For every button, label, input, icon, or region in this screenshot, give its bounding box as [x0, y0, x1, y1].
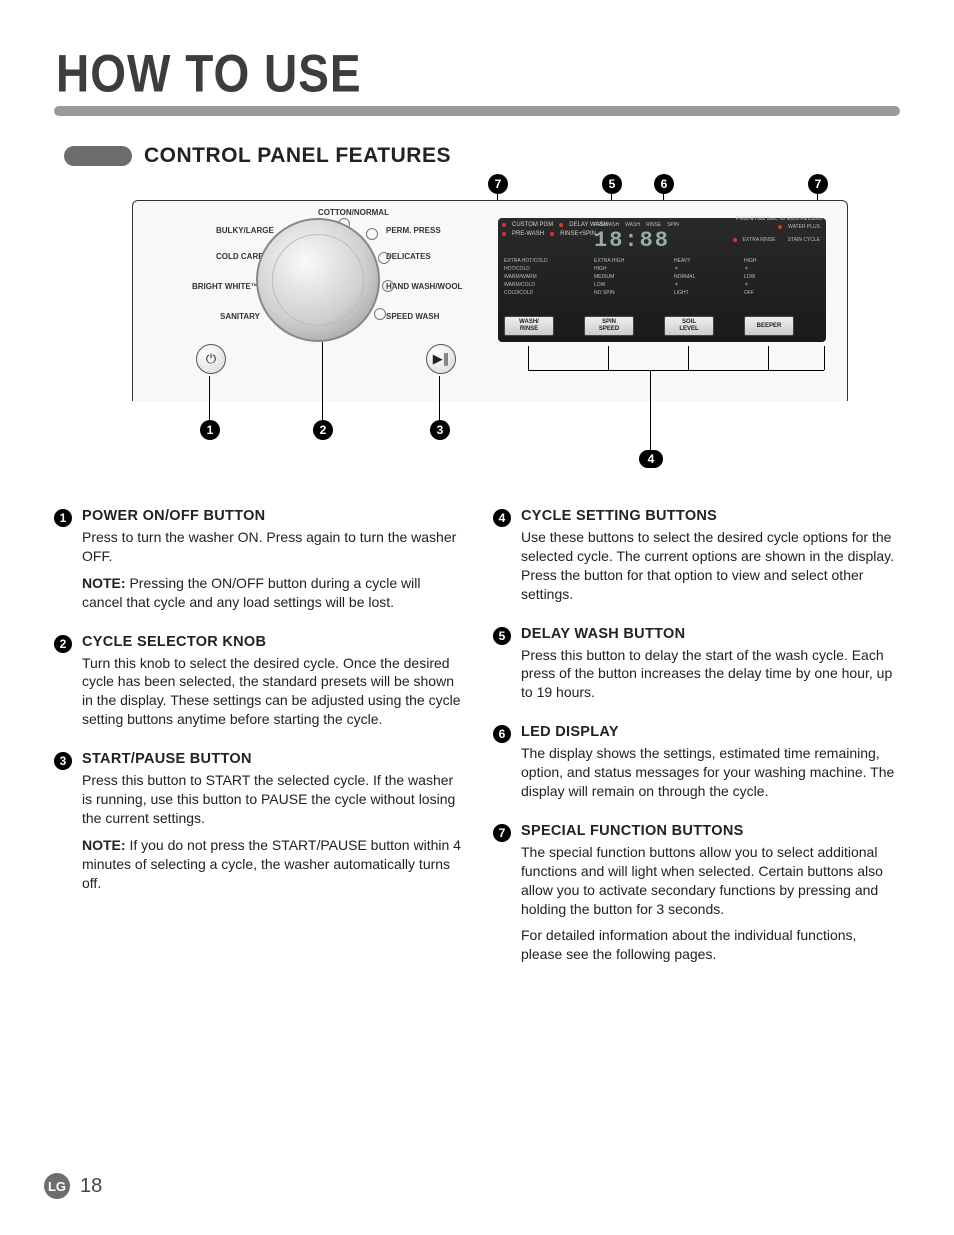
feature-item-text: The special function buttons allow you t… [521, 843, 900, 919]
feature-item-text: Use these buttons to select the desired … [521, 528, 900, 604]
feature-item-6: 6 LED DISPLAY The display shows the settin… [493, 724, 900, 809]
feature-item-3: 3 START/PAUSE BUTTON Press this button to … [54, 751, 461, 900]
feature-item-badge: 1 [54, 509, 72, 527]
feature-item-text: NOTE: If you do not press the START/PAUS… [82, 836, 461, 893]
led-display: 18:88 [594, 228, 670, 253]
page-footer: LG 18 [44, 1173, 102, 1199]
cycle-right-1: DELICATES [386, 252, 431, 261]
feature-item-text: Press this button to delay the start of … [521, 646, 900, 703]
control-panel-diagram: 7 5 6 7 COTTON/NORMAL BULKY/LARGE COLD C… [54, 174, 900, 484]
soil-0: HEAVY [674, 258, 695, 264]
hold-note: Press & Hold 3sec. for Extra Functions [736, 216, 822, 222]
section-header: CONTROL PANEL FEATURES [64, 144, 900, 168]
feature-item-7: 7 SPECIAL FUNCTION BUTTONS The special fun… [493, 823, 900, 972]
feature-item-badge: 4 [493, 509, 511, 527]
feature-item-title: SPECIAL FUNCTION BUTTONS [521, 823, 900, 839]
feature-item-5: 5 DELAY WASH BUTTON Press this button to d… [493, 626, 900, 711]
cycle-left-0: BULKY/LARGE [216, 226, 274, 235]
status-prewash: PREWASH [594, 222, 619, 228]
beeper-button[interactable]: BEEPER [744, 316, 794, 336]
power-button[interactable]: ⏻ [196, 344, 226, 374]
feature-item-title: DELAY WASH BUTTON [521, 626, 900, 642]
status-wash: WASH [625, 222, 640, 228]
feature-item-text: For detailed information about the indiv… [521, 926, 900, 964]
feature-item-title: POWER ON/OFF BUTTON [82, 508, 461, 524]
opt-extra-rinse: EXTRA RINSE [743, 237, 776, 243]
callout-1: 1 [200, 420, 220, 440]
section-pill [64, 146, 132, 166]
cycle-right-3: SPEED WASH [386, 312, 439, 321]
opt-prewash: PRE-WASH [512, 231, 544, 237]
feature-item-2: 2 CYCLE SELECTOR KNOB Turn this knob to se… [54, 634, 461, 738]
title-divider [54, 106, 900, 116]
power-icon: ⏻ [206, 351, 216, 367]
temp-2: WARM/WARM [504, 274, 548, 280]
cycle-left-2: BRIGHT WHITE™ [192, 282, 259, 291]
feature-item-text: The display shows the settings, estimate… [521, 744, 900, 801]
spin-2: MEDIUM [594, 274, 624, 280]
feature-item-text: NOTE: Pressing the ON/OFF button during … [82, 574, 461, 612]
cycle-right-2: HAND WASH/WOOL [386, 282, 462, 291]
callout-5: 5 [602, 174, 622, 194]
status-spin: SPIN [667, 222, 679, 228]
soil-level-button[interactable]: SOILLEVEL [664, 316, 714, 336]
opt-rinse-spin: RINSE+SPIN [560, 231, 596, 237]
temp-4: COLD/COLD [504, 290, 548, 296]
cycle-top-label: COTTON/NORMAL [318, 208, 389, 217]
feature-item-badge: 2 [54, 635, 72, 653]
soil-1: NORMAL [674, 274, 695, 280]
opt-custom-pgm: CUSTOM PGM [512, 222, 553, 228]
callout-6: 6 [654, 174, 674, 194]
wash-rinse-button[interactable]: WASH/RINSE [504, 316, 554, 336]
beep-1: LOW [744, 274, 757, 280]
feature-item-badge: 5 [493, 627, 511, 645]
opt-water-plus: WATER PLUS [788, 224, 820, 230]
feature-item-badge: 6 [493, 725, 511, 743]
beep-0: HIGH [744, 258, 757, 264]
feature-item-title: LED DISPLAY [521, 724, 900, 740]
cycle-left-3: SANITARY [220, 312, 260, 321]
start-pause-button[interactable]: ▶∥ [426, 344, 456, 374]
cycle-right-0: PERM. PRESS [386, 226, 441, 235]
feature-item-4: 4 CYCLE SETTING BUTTONS Use these buttons … [493, 508, 900, 612]
feature-item-title: CYCLE SETTING BUTTONS [521, 508, 900, 524]
feature-item-1: 1 POWER ON/OFF BUTTON Press to turn the wa… [54, 508, 461, 620]
spin-3: LOW [594, 282, 624, 288]
spin-4: NO SPIN [594, 290, 624, 296]
callout-2: 2 [313, 420, 333, 440]
spin-0: EXTRA HIGH [594, 258, 624, 264]
play-pause-icon: ▶∥ [433, 351, 450, 367]
callout-7b: 7 [808, 174, 828, 194]
callout-3: 3 [430, 420, 450, 440]
status-rinse: RINSE [646, 222, 661, 228]
feature-item-title: START/PAUSE BUTTON [82, 751, 461, 767]
feature-item-text: Turn this knob to select the desired cyc… [82, 654, 461, 730]
page-number: 18 [80, 1175, 102, 1198]
feature-item-text: Press this button to START the selected … [82, 771, 461, 828]
spin-1: HIGH [594, 266, 624, 272]
callout-7: 7 [488, 174, 508, 194]
opt-stain-cycle: STAIN CYCLE [788, 237, 820, 243]
soil-2: LIGHT [674, 290, 695, 296]
section-title: CONTROL PANEL FEATURES [144, 144, 451, 168]
page-title: HOW TO USE [56, 42, 900, 104]
spin-speed-button[interactable]: SPINSPEED [584, 316, 634, 336]
temp-1: HOT/COLD [504, 266, 548, 272]
feature-item-text: Press to turn the washer ON. Press again… [82, 528, 461, 566]
beep-2: OFF [744, 290, 757, 296]
display-panel: Press & Hold 3sec. for Extra Functions C… [498, 218, 826, 342]
cycle-selector-knob[interactable] [256, 218, 380, 342]
feature-item-title: CYCLE SELECTOR KNOB [82, 634, 461, 650]
temp-0: EXTRA HOT/COLD [504, 258, 548, 264]
feature-item-badge: 3 [54, 752, 72, 770]
features-columns: 1 POWER ON/OFF BUTTON Press to turn the wa… [54, 508, 900, 986]
lg-logo-icon: LG [44, 1173, 70, 1199]
feature-item-badge: 7 [493, 824, 511, 842]
callout-4: 4 [639, 450, 663, 468]
temp-3: WARM/COLD [504, 282, 548, 288]
